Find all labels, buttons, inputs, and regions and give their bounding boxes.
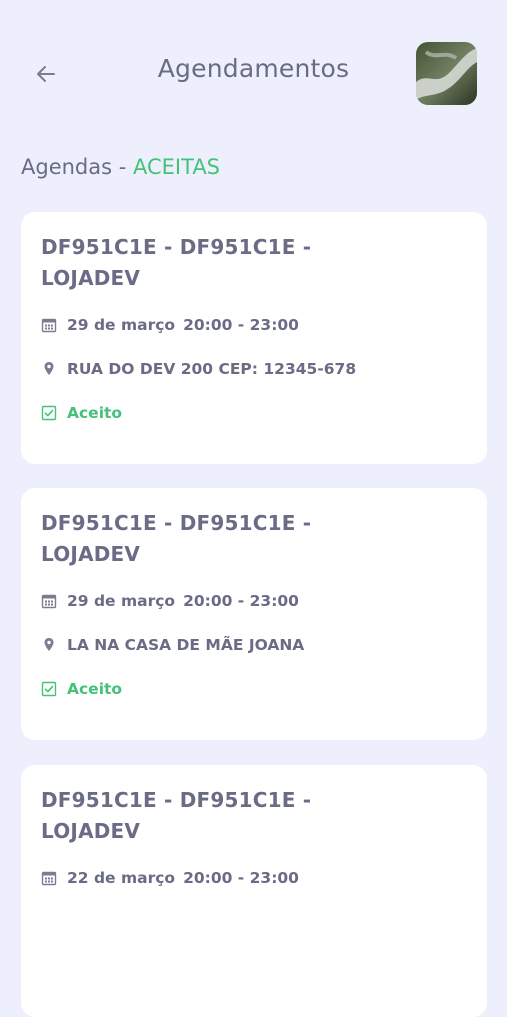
appointment-time: 20:00 - 23:00 (183, 592, 299, 610)
section-title-prefix: Agendas - (21, 155, 133, 179)
status-badge: Aceito (67, 404, 123, 422)
card-title: DF951C1E - DF951C1E - LOJADEV (41, 788, 312, 843)
location-pin-icon (41, 361, 57, 377)
calendar-icon (41, 870, 57, 886)
appointment-card[interactable]: DF951C1E - DF951C1E - LOJADEV 22 de març… (21, 765, 487, 1017)
date-row: 29 de março 20:00 - 23:00 (41, 587, 467, 615)
card-title: DF951C1E - DF951C1E - LOJADEV (41, 235, 312, 290)
card-title: DF951C1E - DF951C1E - LOJADEV (41, 511, 312, 566)
section-title-accent: ACEITAS (133, 155, 221, 179)
date-row: 29 de março 20:00 - 23:00 (41, 311, 467, 339)
checkbox-checked-icon (41, 405, 57, 421)
appointment-time: 20:00 - 23:00 (183, 316, 299, 334)
calendar-icon (41, 593, 57, 609)
address-row: RUA DO DEV 200 CEP: 12345-678 (41, 355, 467, 383)
appointment-card[interactable]: DF951C1E - DF951C1E - LOJADEV 29 de març… (21, 488, 487, 740)
status-badge: Aceito (67, 680, 123, 698)
address-row: LA NA CASA DE MÃE JOANA (41, 631, 467, 659)
appointment-date: 29 de março (67, 592, 176, 610)
avatar[interactable] (416, 42, 477, 105)
appointment-card[interactable]: DF951C1E - DF951C1E - LOJADEV 29 de març… (21, 212, 487, 464)
date-row: 22 de março 20:00 - 23:00 (41, 864, 467, 892)
checkbox-checked-icon (41, 681, 57, 697)
status-row: Aceito (41, 675, 467, 703)
status-row: Aceito (41, 399, 467, 427)
calendar-icon (41, 317, 57, 333)
location-pin-icon (41, 637, 57, 653)
appointment-date: 29 de março (67, 316, 176, 334)
avatar-image (416, 42, 477, 105)
appointment-time: 20:00 - 23:00 (183, 869, 299, 887)
section-title: Agendas - ACEITAS (21, 155, 220, 179)
appointment-date: 22 de março (67, 869, 176, 887)
app-header: Agendamentos (0, 0, 507, 140)
appointment-address: LA NA CASA DE MÃE JOANA (67, 636, 305, 654)
appointment-address: RUA DO DEV 200 CEP: 12345-678 (67, 360, 357, 378)
